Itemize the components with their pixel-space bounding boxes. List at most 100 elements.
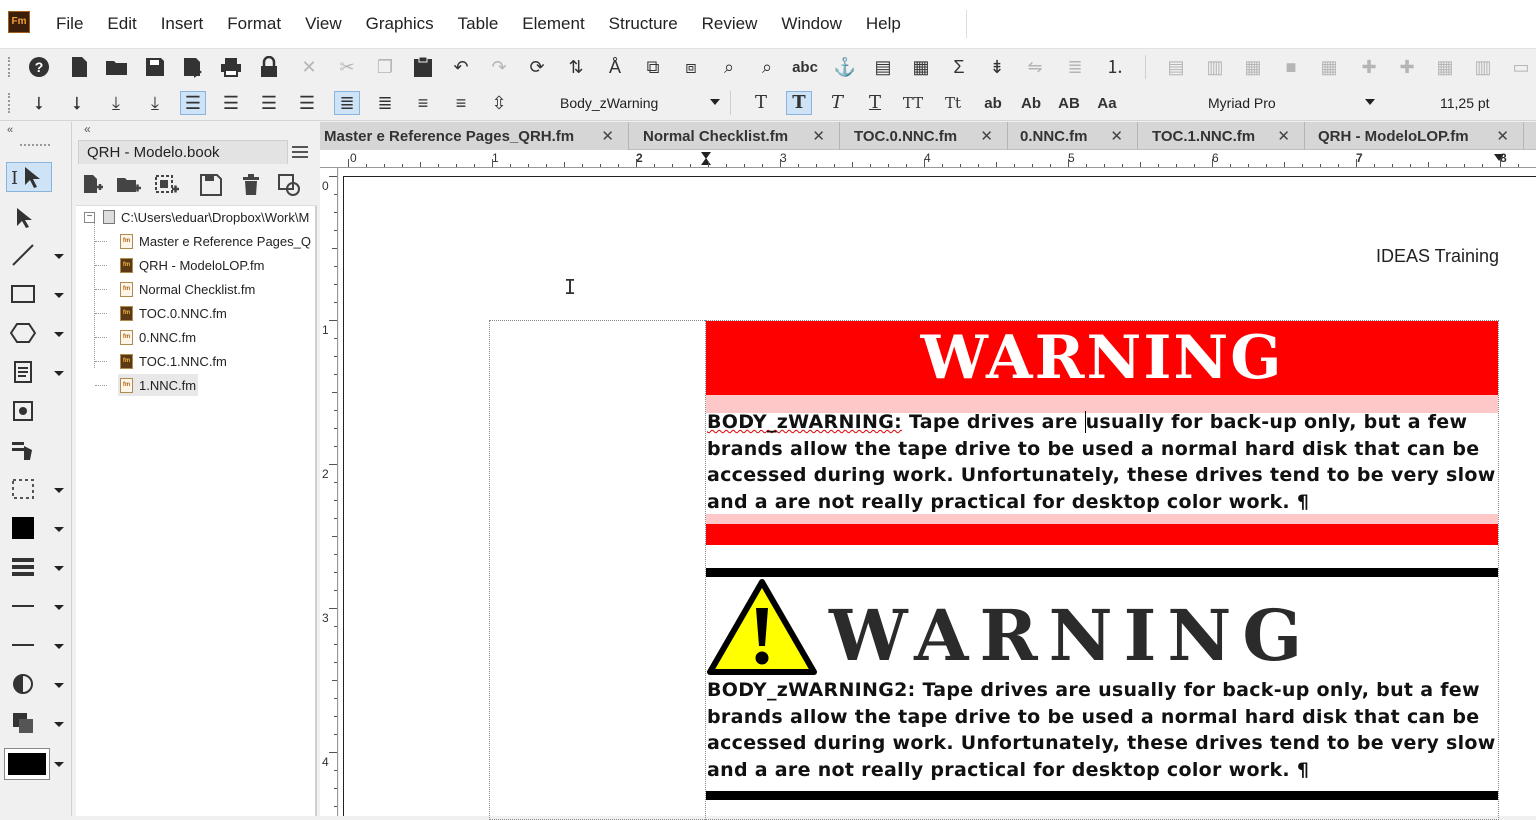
menu-file[interactable]: File (44, 14, 95, 34)
rectangle-tool-icon[interactable] (6, 279, 40, 309)
tree-item-toc-0[interactable]: fm TOC.0.NNC.fm (120, 302, 227, 324)
toolbar-grip[interactable] (8, 93, 12, 113)
tree-item-normal-checklist[interactable]: fm Normal Checklist.fm (120, 278, 255, 300)
running-header[interactable]: IDEAS Training (1349, 246, 1499, 267)
color-swatch-icon[interactable] (4, 748, 50, 780)
pen-pattern-icon[interactable] (6, 552, 40, 582)
marker-icon[interactable]: ≣ (1062, 55, 1088, 79)
outdent-icon[interactable]: ⤓ (142, 91, 168, 115)
zoom-icon[interactable]: ⌕ (754, 55, 780, 79)
tree-item-master-pages[interactable]: fm Master e Reference Pages_Q (120, 230, 311, 252)
tint-icon[interactable] (6, 669, 40, 699)
font-size-field[interactable]: 11,25 pt (1430, 92, 1510, 114)
menu-element[interactable]: Element (510, 14, 596, 34)
redo-icon[interactable]: ↷ (486, 55, 512, 79)
hand-tool-icon[interactable] (6, 435, 40, 465)
close-tab-icon[interactable]: ✕ (601, 127, 614, 145)
table-insert-column-icon[interactable]: ▥ (1202, 55, 1228, 79)
table-more-icon[interactable]: ▭ (1508, 55, 1534, 79)
table-insert-row-icon[interactable]: ▤ (1163, 55, 1189, 79)
scissors-icon[interactable]: ✂ (334, 55, 360, 79)
collapse-toggle-icon[interactable]: − (84, 211, 95, 223)
justify-icon[interactable]: ☰ (294, 91, 320, 115)
fill-color-dropdown[interactable] (54, 527, 64, 532)
collapse-panel-icon[interactable]: « (84, 122, 91, 136)
variable-icon[interactable]: ⇟ (984, 55, 1010, 79)
menu-insert[interactable]: Insert (149, 14, 216, 34)
table-grid-icon[interactable]: ▦ (1240, 55, 1266, 79)
help-icon[interactable]: ? (26, 55, 52, 79)
undo-icon[interactable]: ↶ (448, 55, 474, 79)
warning1-body[interactable]: BODY_zWARNING: Tape drives are usually f… (707, 409, 1499, 515)
subscript-button[interactable]: Tt (940, 91, 966, 115)
copy-icon[interactable]: ❐ (372, 55, 398, 79)
line-end-dropdown[interactable] (54, 644, 64, 649)
tab-qrh-modelolop[interactable]: QRH - ModeloLOP.fm ✕ (1305, 122, 1524, 150)
table-straddle-icon[interactable]: ▦ (1316, 55, 1342, 79)
add-file-icon[interactable] (80, 172, 106, 198)
equation-sigma-icon[interactable]: Σ (946, 55, 972, 79)
cross-reference-icon[interactable]: ⧉ (640, 55, 666, 79)
title-case-button[interactable]: Aa (1094, 91, 1120, 115)
table-delete-icon[interactable]: ▦ (1432, 55, 1458, 79)
tint-dropdown[interactable] (54, 683, 64, 688)
spell-check-icon[interactable]: abc (792, 55, 818, 79)
open-folder-icon[interactable] (104, 55, 130, 79)
conditional-text-icon[interactable]: ⇋ (1022, 55, 1048, 79)
lock-icon[interactable] (256, 55, 282, 79)
menu-view[interactable]: View (293, 14, 354, 34)
book-tab[interactable]: QRH - Modelo.book (78, 140, 288, 164)
right-indent-marker-icon[interactable] (1494, 154, 1504, 161)
save-book-icon[interactable] (198, 172, 224, 198)
align-right-icon[interactable]: ☰ (218, 91, 244, 115)
line-spacing-1-5-icon[interactable]: ≣ (372, 91, 398, 115)
close-tab-icon[interactable]: ✕ (812, 127, 825, 145)
tab-master-reference-pages[interactable]: Master e Reference Pages_QRH.fm ✕ (320, 122, 629, 150)
polygon-tool-icon[interactable] (6, 318, 40, 348)
rectangle-tool-dropdown[interactable] (54, 293, 64, 298)
space-above-icon[interactable]: ⭣ (26, 91, 52, 115)
frame-select-dropdown[interactable] (54, 488, 64, 493)
hypertext-icon[interactable]: ⧈ (678, 55, 704, 79)
close-tab-icon[interactable]: ✕ (980, 127, 993, 145)
italic-text-button[interactable]: T (824, 91, 850, 115)
smart-select-tool-icon[interactable]: I (6, 162, 52, 192)
color-swatch-dropdown[interactable] (54, 762, 64, 767)
bold-text-button[interactable]: T (786, 91, 812, 115)
menu-structure[interactable]: Structure (597, 14, 690, 34)
menu-window[interactable]: Window (769, 14, 853, 34)
document-canvas[interactable]: IDEAS Training I WARNING BODY_zWARNING: … (339, 168, 1536, 820)
repeat-icon[interactable]: ⟳ (524, 55, 550, 79)
space-below-icon[interactable]: ⭣ (64, 91, 90, 115)
tree-root-row[interactable]: − C:\Users\eduar\Dropbox\Work\M (84, 206, 309, 228)
tree-item-1-nnc-selected[interactable]: fm 1.NNC.fm (118, 374, 199, 396)
polygon-tool-dropdown[interactable] (54, 332, 64, 337)
tab-normal-checklist[interactable]: Normal Checklist.fm ✕ (629, 122, 840, 150)
frame-select-tool-icon[interactable] (6, 474, 40, 504)
warning1-banner[interactable]: WARNING (706, 321, 1498, 395)
menu-edit[interactable]: Edit (95, 14, 148, 34)
panel-menu-icon[interactable] (292, 146, 308, 158)
line-tool-icon[interactable] (6, 240, 40, 270)
line-end-icon[interactable] (6, 630, 40, 660)
close-tab-icon[interactable]: ✕ (1277, 127, 1290, 145)
line-spacing-custom-icon[interactable]: ≡ (448, 91, 474, 115)
overprint-dropdown[interactable] (54, 722, 64, 727)
table-resize-icon[interactable]: ▥ (1470, 55, 1496, 79)
find-icon[interactable]: ⌕ (716, 55, 742, 79)
print-icon[interactable] (218, 55, 244, 79)
close-tab-icon[interactable]: ✕ (1496, 127, 1509, 145)
table-add-row-icon[interactable]: ✚ (1356, 55, 1382, 79)
anchor-icon[interactable]: ⚓ (832, 55, 858, 79)
underline-text-button[interactable]: T (862, 91, 888, 115)
table-fill-icon[interactable]: ■ (1278, 55, 1304, 79)
first-indent-marker-icon[interactable] (701, 158, 711, 165)
line-width-icon[interactable] (6, 591, 40, 621)
update-book-icon[interactable] (276, 172, 302, 198)
menu-format[interactable]: Format (215, 14, 293, 34)
pen-pattern-dropdown[interactable] (54, 566, 64, 571)
menu-review[interactable]: Review (690, 14, 770, 34)
add-group-icon[interactable] (154, 172, 180, 198)
add-folder-icon[interactable] (116, 172, 142, 198)
collapse-left-icon[interactable]: « (7, 124, 13, 136)
